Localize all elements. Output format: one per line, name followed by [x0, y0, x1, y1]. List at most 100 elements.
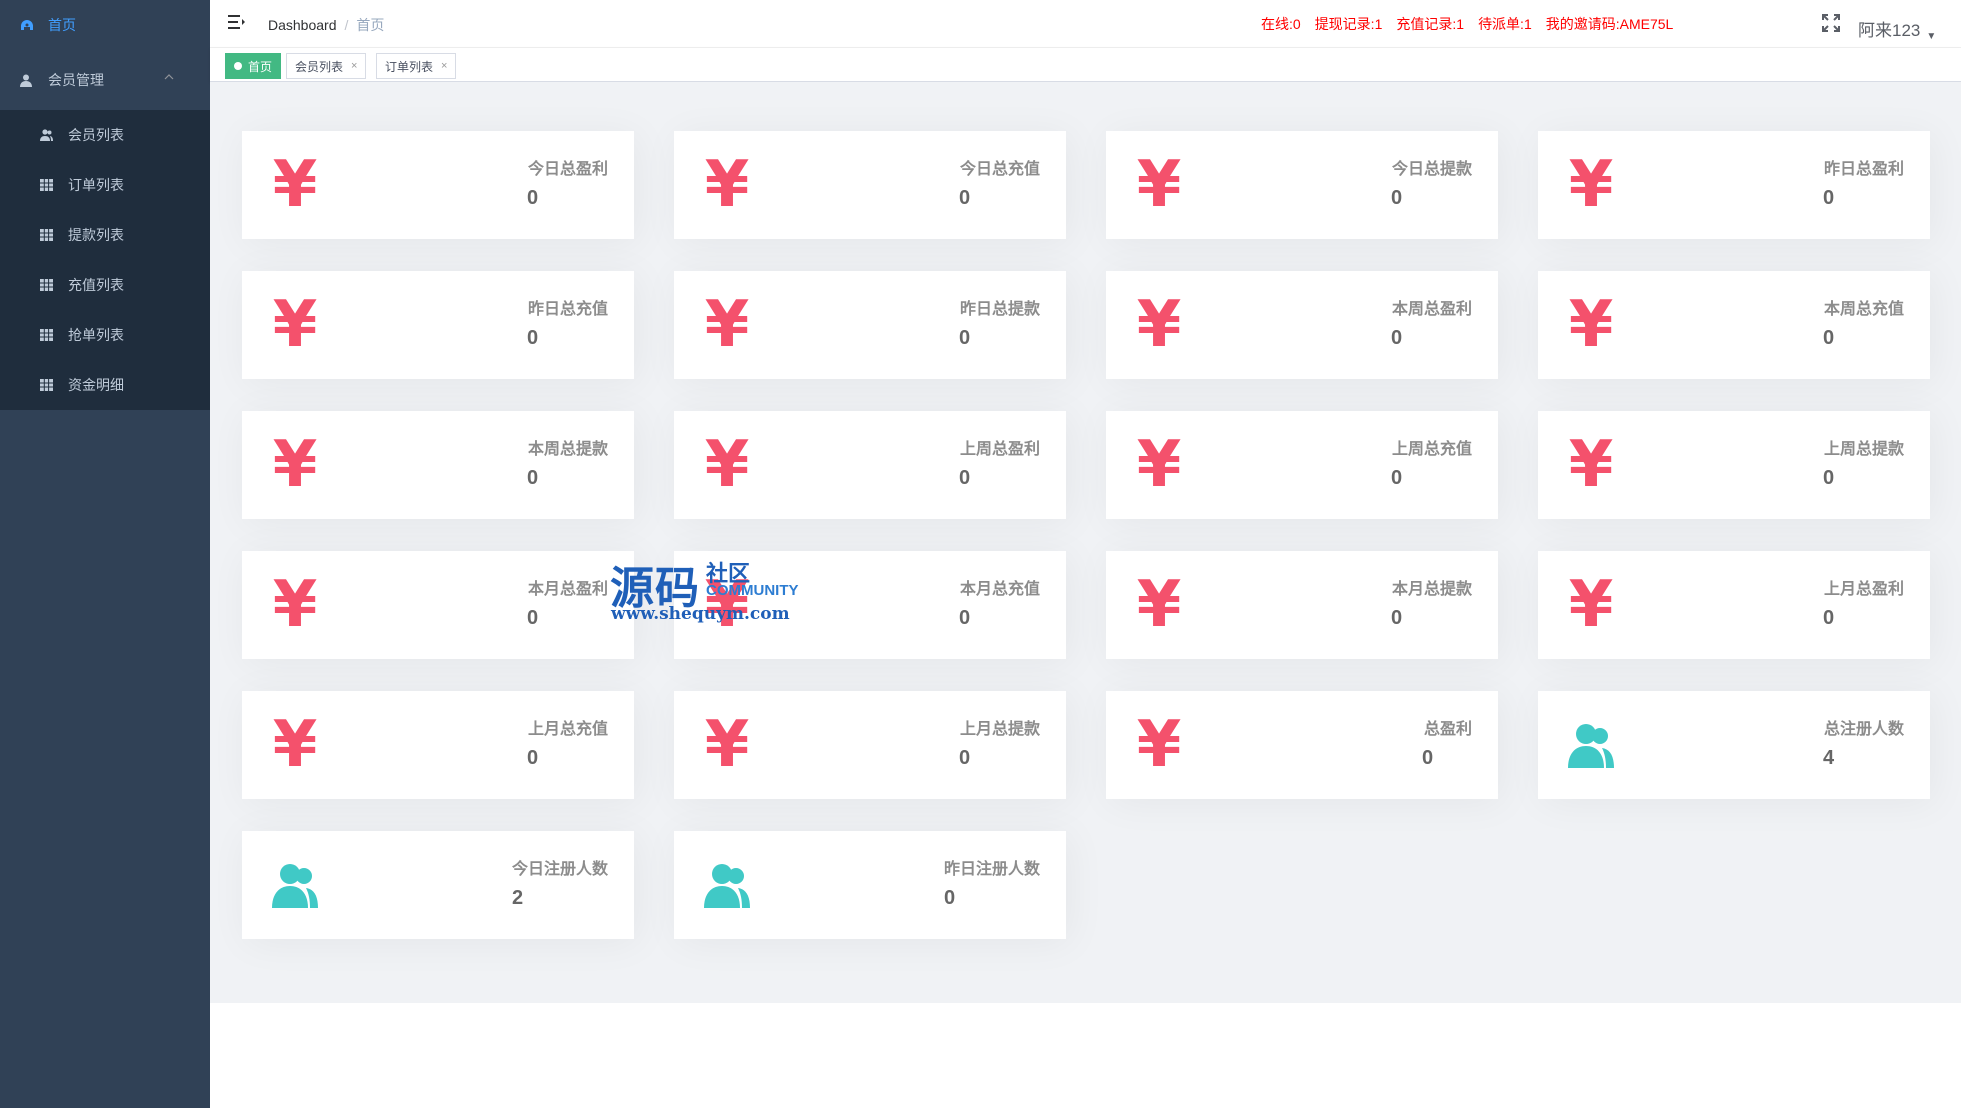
yen-glyph: ¥: [272, 148, 318, 222]
yen-icon: ¥: [1566, 568, 1616, 642]
stat-card-value: 2: [512, 887, 524, 909]
sidebar-group-members[interactable]: 会员管理: [0, 50, 210, 110]
table-icon: [40, 279, 53, 291]
stat-card[interactable]: 总注册人数 4: [1538, 691, 1930, 799]
stat-card[interactable]: ¥ 本月总提款 0: [1106, 551, 1498, 659]
stat-card[interactable]: ¥ 本周总提款 0: [242, 411, 634, 519]
sidebar-item-recharge-list[interactable]: 充值列表: [0, 260, 210, 310]
yen-glyph: ¥: [1136, 708, 1182, 782]
sidebar-item-home[interactable]: 首页: [0, 0, 210, 50]
stat-card-label: 本周总提款: [527, 441, 608, 458]
stat-card[interactable]: ¥ 上月总充值 0: [242, 691, 634, 799]
stat-card-label: 上周总提款: [1823, 441, 1904, 458]
stat-card-value: 0: [527, 747, 539, 769]
user-dropdown[interactable]: 阿来123 ▼: [1858, 16, 1936, 42]
user-icon: [20, 74, 32, 87]
sidebar-item-label: 资金明细: [68, 377, 124, 393]
stat-card-label: 本月总提款: [1391, 581, 1472, 598]
stat-card-value: 0: [944, 887, 956, 909]
yen-icon: ¥: [1134, 708, 1184, 782]
people-icon: [702, 859, 752, 911]
stat-withdraw-records[interactable]: 提现记录:1: [1315, 16, 1383, 32]
stat-card[interactable]: ¥ 上月总提款 0: [674, 691, 1066, 799]
stat-card[interactable]: ¥ 上月总盈利 0: [1538, 551, 1930, 659]
yen-glyph: ¥: [1136, 288, 1182, 362]
tag-home[interactable]: 首页: [225, 53, 282, 79]
stat-online[interactable]: 在线:0: [1261, 16, 1301, 32]
tag-order-list[interactable]: 订单列表 ×: [376, 53, 457, 79]
stat-card[interactable]: ¥ 今日总充值 0: [674, 131, 1066, 239]
stat-card[interactable]: ¥ 本月总盈利 0: [242, 551, 634, 659]
stat-card[interactable]: ¥ 今日总盈利 0: [242, 131, 634, 239]
stat-card-label: 本月总充值: [959, 581, 1040, 598]
stat-card-value: 0: [1391, 187, 1403, 209]
yen-glyph: ¥: [272, 708, 318, 782]
stat-card[interactable]: ¥ 上周总充值 0: [1106, 411, 1498, 519]
sidebar-item-label: 会员列表: [68, 127, 124, 143]
fullscreen-icon[interactable]: [1822, 14, 1840, 32]
stat-card[interactable]: 今日注册人数 2: [242, 831, 634, 939]
yen-icon: ¥: [702, 428, 752, 502]
stat-card-value: 0: [959, 467, 971, 489]
stat-card-label: 昨日注册人数: [943, 861, 1040, 878]
yen-icon: ¥: [702, 288, 752, 362]
stat-card-value: 0: [959, 187, 971, 209]
stat-card[interactable]: ¥ 昨日总提款 0: [674, 271, 1066, 379]
breadcrumb-root[interactable]: Dashboard: [268, 17, 337, 33]
sidebar: 首页 会员管理 会员列表 订单列表 提款列表 充值列表 抢单列表 资金明细: [0, 0, 210, 1108]
table-icon: [40, 229, 53, 241]
stat-card[interactable]: ¥ 上周总提款 0: [1538, 411, 1930, 519]
yen-glyph: ¥: [1568, 568, 1614, 642]
yen-icon: ¥: [702, 153, 752, 217]
tag-member-list[interactable]: 会员列表 ×: [286, 53, 367, 79]
stat-card-value: 0: [1823, 607, 1835, 629]
yen-glyph: ¥: [704, 428, 750, 502]
stat-recharge-records[interactable]: 充值记录:1: [1396, 16, 1464, 32]
sidebar-item-label: 提款列表: [68, 227, 124, 243]
stat-card-label: 今日总提款: [1391, 161, 1472, 178]
sidebar-item-fund-detail[interactable]: 资金明细: [0, 360, 210, 410]
breadcrumb-separator: /: [344, 17, 349, 33]
hamburger-icon[interactable]: [227, 14, 245, 30]
close-icon[interactable]: ×: [441, 60, 447, 72]
yen-glyph: ¥: [1568, 148, 1614, 222]
stat-pending-orders[interactable]: 待派单:1: [1478, 16, 1532, 32]
stat-card[interactable]: ¥ 本周总盈利 0: [1106, 271, 1498, 379]
stat-card-label: 本周总盈利: [1391, 301, 1472, 318]
stat-invite-code[interactable]: 我的邀请码:AME75L: [1546, 16, 1674, 32]
stat-card[interactable]: ¥ 昨日总盈利 0: [1538, 131, 1930, 239]
close-icon[interactable]: ×: [351, 60, 357, 72]
sidebar-item-member-list[interactable]: 会员列表: [0, 110, 210, 160]
stat-card-label: 本月总盈利: [527, 581, 608, 598]
tag-label: 订单列表: [385, 59, 434, 74]
stat-card[interactable]: 昨日注册人数 0: [674, 831, 1066, 939]
yen-glyph: ¥: [272, 568, 318, 642]
stat-card-value: 0: [1823, 467, 1835, 489]
stat-card-value: 0: [1823, 327, 1835, 349]
yen-icon: ¥: [1134, 573, 1184, 637]
navbar: Dashboard / 首页 在线:0 提现记录:1 充值记录:1 待派单:1 我的邀请码:…: [210, 0, 1961, 48]
dashboard-panel: ¥ 今日总盈利 0 ¥ 今日总充值 0 ¥ 今日总提款 0 ¥ 昨日总盈利 0 ¥ 昨日总充值 0 ¥ 昨日总提…: [210, 82, 1961, 1003]
sidebar-item-withdraw-list[interactable]: 提款列表: [0, 210, 210, 260]
yen-glyph: ¥: [1136, 148, 1182, 222]
sidebar-item-order-list[interactable]: 订单列表: [0, 160, 210, 210]
stat-card-value: 0: [1391, 327, 1403, 349]
sidebar-item-grab-list[interactable]: 抢单列表: [0, 310, 210, 360]
stat-card[interactable]: ¥ 本周总充值 0: [1538, 271, 1930, 379]
stat-card[interactable]: ¥ 今日总提款 0: [1106, 131, 1498, 239]
stat-card[interactable]: ¥ 昨日总充值 0: [242, 271, 634, 379]
yen-icon: ¥: [1134, 288, 1184, 362]
yen-glyph: ¥: [1568, 288, 1614, 362]
yen-glyph: ¥: [704, 288, 750, 362]
tags-view: 首页 会员列表 × 订单列表 ×: [210, 48, 1961, 82]
stat-card-label: 昨日总盈利: [1823, 161, 1904, 178]
stat-card-value: 0: [527, 327, 539, 349]
users-icon: [40, 129, 53, 141]
stat-card-label: 上月总充值: [527, 721, 608, 738]
stat-card[interactable]: ¥ 总盈利 0: [1106, 691, 1498, 799]
sidebar-group-label: 会员管理: [48, 72, 104, 88]
stat-card[interactable]: ¥ 上周总盈利 0: [674, 411, 1066, 519]
username: 阿来123: [1858, 21, 1921, 40]
stat-card-label: 总注册人数: [1823, 721, 1904, 738]
yen-icon: ¥: [1134, 148, 1184, 222]
